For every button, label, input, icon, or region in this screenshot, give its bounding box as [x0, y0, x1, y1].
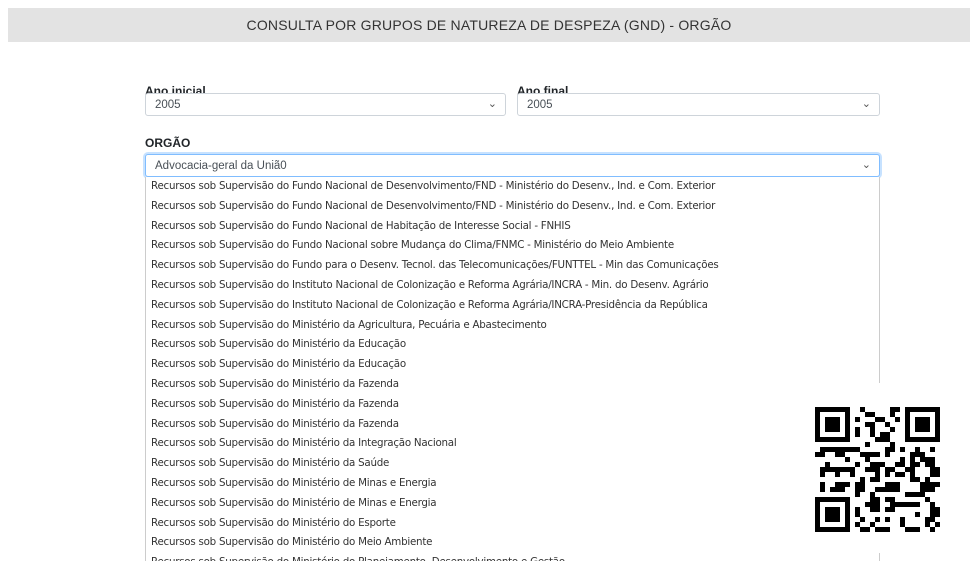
chevron-down-icon: ⌄ — [861, 97, 871, 110]
dropdown-option[interactable]: Recursos sob Supervisão do Ministério do… — [146, 533, 879, 553]
dropdown-option[interactable]: Recursos sob Supervisão do Ministério da… — [146, 355, 879, 375]
dropdown-option[interactable]: Recursos sob Supervisão do Ministério da… — [146, 434, 879, 454]
dropdown-option[interactable]: Recursos sob Supervisão do Ministério da… — [146, 415, 879, 435]
dropdown-option[interactable]: Recursos sob Supervisão do Ministério do… — [146, 514, 879, 534]
dropdown-option[interactable]: Recursos sob Supervisão do Fundo Naciona… — [146, 236, 879, 256]
dropdown-option[interactable]: Recursos sob Supervisão do Fundo Naciona… — [146, 217, 879, 237]
ano-final-select[interactable]: 2005 ⌄ — [517, 93, 880, 116]
dropdown-option[interactable]: Recursos sob Supervisão do Ministério de… — [146, 494, 879, 514]
qr-code-icon — [815, 407, 940, 532]
orgao-dropdown-list[interactable]: Recursos sob Supervisão do Fundo Naciona… — [145, 177, 880, 561]
dropdown-option[interactable]: Recursos sob Supervisão do Ministério da… — [146, 395, 879, 415]
dropdown-option[interactable]: Recursos sob Supervisão do Ministério do… — [146, 553, 879, 561]
page-header: CONSULTA POR GRUPOS DE NATUREZA DE DESPE… — [8, 8, 970, 42]
dropdown-option[interactable]: Recursos sob Supervisão do Ministério da… — [146, 316, 879, 336]
page-title: CONSULTA POR GRUPOS DE NATUREZA DE DESPE… — [246, 17, 732, 33]
orgao-label: ORGÃO — [145, 136, 191, 150]
orgao-value: Advocacia-geral da Uniã0 — [155, 159, 287, 172]
dropdown-option[interactable]: Recursos sob Supervisão do Ministério da… — [146, 375, 879, 395]
ano-final-value: 2005 — [527, 98, 553, 111]
dropdown-option[interactable]: Recursos sob Supervisão do Fundo Naciona… — [146, 177, 879, 197]
chevron-down-icon: ⌄ — [861, 158, 871, 171]
dropdown-option[interactable]: Recursos sob Supervisão do Ministério da… — [146, 335, 879, 355]
dropdown-option[interactable]: Recursos sob Supervisão do Fundo Naciona… — [146, 197, 879, 217]
ano-inicial-value: 2005 — [155, 98, 181, 111]
dropdown-option[interactable]: Recursos sob Supervisão do Fundo para o … — [146, 256, 879, 276]
dropdown-option[interactable]: Recursos sob Supervisão do Instituto Nac… — [146, 276, 879, 296]
dropdown-option[interactable]: Recursos sob Supervisão do Ministério da… — [146, 454, 879, 474]
dropdown-option[interactable]: Recursos sob Supervisão do Instituto Nac… — [146, 296, 879, 316]
qr-code — [795, 383, 970, 553]
dropdown-option[interactable]: Recursos sob Supervisão do Ministério de… — [146, 474, 879, 494]
chevron-down-icon: ⌄ — [487, 97, 497, 110]
orgao-select[interactable]: Advocacia-geral da Uniã0 ⌄ — [145, 154, 880, 177]
ano-inicial-select[interactable]: 2005 ⌄ — [145, 93, 506, 116]
